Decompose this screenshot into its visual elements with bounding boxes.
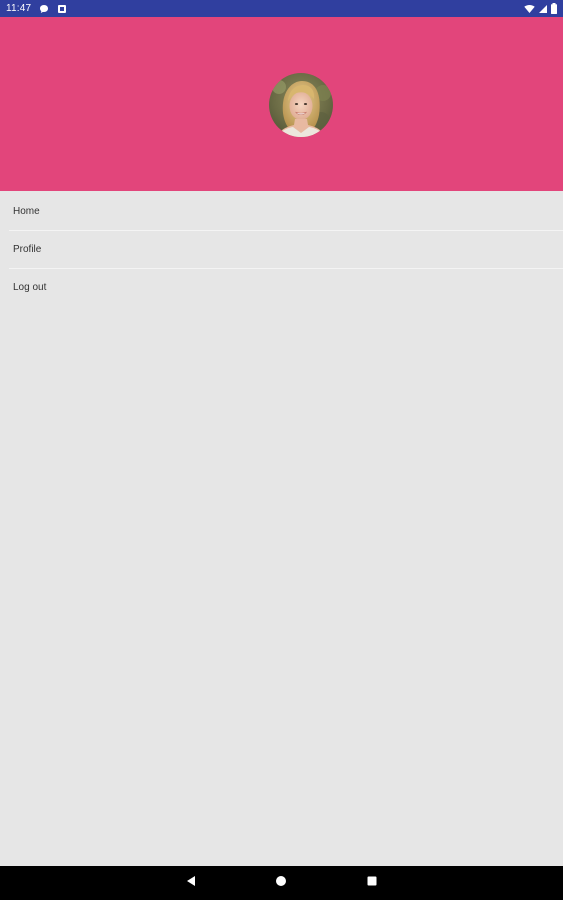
status-bar: 11:47	[0, 0, 563, 17]
menu-item-profile[interactable]: Profile	[9, 231, 563, 269]
user-avatar[interactable]	[269, 73, 333, 137]
back-triangle-icon	[185, 874, 197, 892]
home-circle-icon	[275, 874, 287, 892]
menu-item-label: Profile	[13, 244, 42, 255]
menu-item-label: Log out	[13, 282, 47, 293]
wifi-icon	[524, 4, 535, 14]
status-bar-right	[524, 3, 557, 14]
status-bar-left: 11:47	[6, 3, 67, 14]
menu-item-home[interactable]: Home	[9, 193, 563, 231]
home-button[interactable]	[264, 866, 298, 900]
battery-icon	[551, 3, 557, 14]
recents-button[interactable]	[355, 866, 389, 900]
menu-item-label: Home	[13, 206, 40, 217]
recents-square-icon	[366, 874, 378, 892]
user-avatar-photo	[269, 73, 333, 137]
drawer-menu: Home Profile Log out	[0, 193, 563, 306]
menu-item-log-out[interactable]: Log out	[9, 269, 563, 306]
chat-bubble-icon	[39, 4, 49, 14]
drawer-header	[0, 17, 563, 191]
status-time: 11:47	[6, 3, 32, 14]
back-button[interactable]	[174, 866, 208, 900]
cellular-signal-icon	[538, 4, 548, 14]
notification-square-icon	[57, 4, 67, 14]
system-navigation-bar	[0, 866, 563, 900]
